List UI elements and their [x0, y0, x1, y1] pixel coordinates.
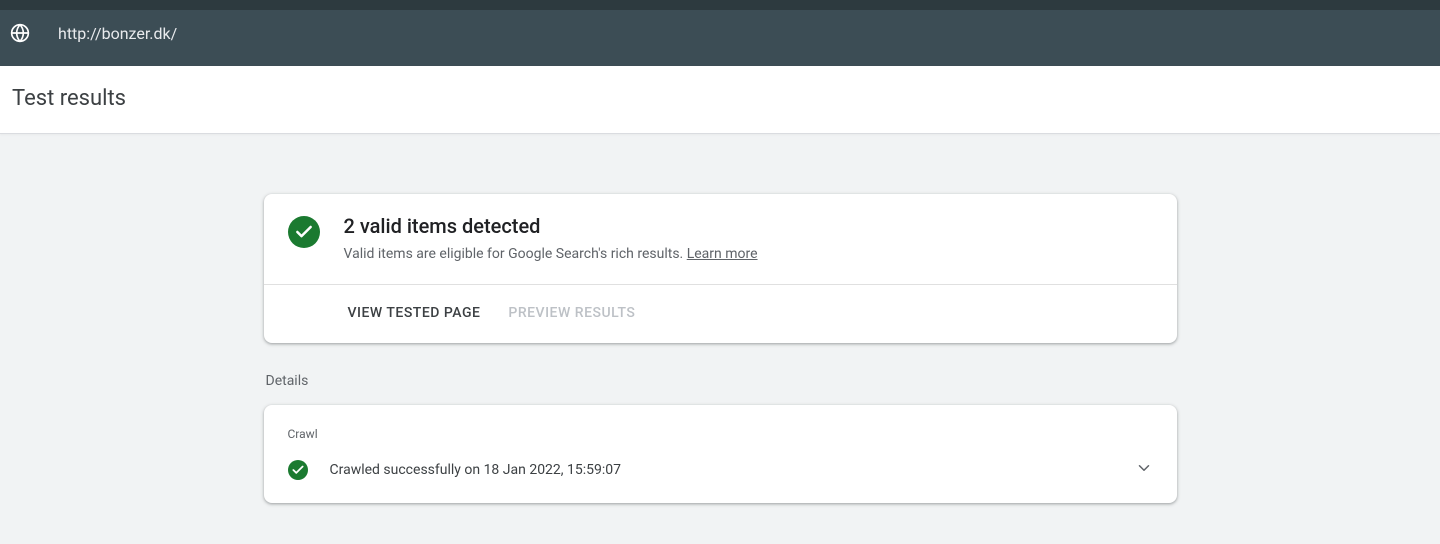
summary-title: 2 valid items detected	[344, 214, 1153, 238]
crawl-card: Crawl Crawled successfully on 18 Jan 202…	[264, 405, 1177, 503]
content-area: 2 valid items detected Valid items are e…	[264, 194, 1177, 503]
chevron-down-icon	[1135, 459, 1153, 481]
page-title: Test results	[12, 86, 1428, 111]
check-icon	[288, 460, 308, 480]
crawl-label: Crawl	[288, 427, 1153, 441]
strip-below	[0, 56, 1440, 66]
page-header: Test results	[0, 66, 1440, 134]
url-bar: http://bonzer.dk/	[0, 10, 1440, 56]
summary-actions: VIEW TESTED PAGE PREVIEW RESULTS	[264, 284, 1177, 343]
details-section-label: Details	[266, 373, 1177, 389]
crawl-status-text: Crawled successfully on 18 Jan 2022, 15:…	[330, 462, 1113, 478]
check-icon	[288, 216, 320, 248]
view-tested-page-button[interactable]: VIEW TESTED PAGE	[348, 305, 481, 321]
summary-subtitle: Valid items are eligible for Google Sear…	[344, 246, 1153, 262]
summary-card-top: 2 valid items detected Valid items are e…	[264, 194, 1177, 284]
crawl-row[interactable]: Crawled successfully on 18 Jan 2022, 15:…	[288, 459, 1153, 481]
preview-results-button[interactable]: PREVIEW RESULTS	[508, 305, 635, 321]
tested-url: http://bonzer.dk/	[58, 24, 177, 43]
globe-icon	[10, 23, 30, 43]
summary-subtitle-text: Valid items are eligible for Google Sear…	[344, 246, 687, 262]
summary-text: 2 valid items detected Valid items are e…	[344, 214, 1153, 262]
top-strip	[0, 0, 1440, 10]
summary-card: 2 valid items detected Valid items are e…	[264, 194, 1177, 343]
learn-more-link[interactable]: Learn more	[687, 246, 758, 262]
